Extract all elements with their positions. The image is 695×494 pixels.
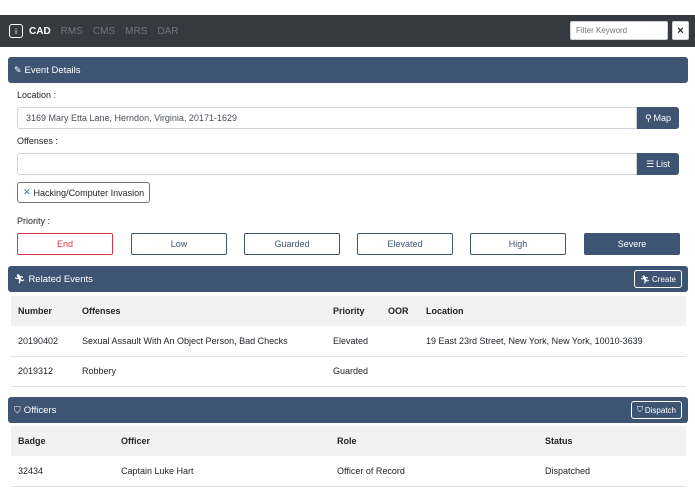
column-header: Role — [330, 426, 538, 456]
dispatch-button-label: Dispatch — [644, 405, 676, 415]
edit-icon: ✎ — [14, 64, 22, 75]
offense-tag-label: Hacking/Computer Invasion — [33, 187, 145, 198]
location-field[interactable]: 3169 Mary Etta Lane, Herndon, Virginia, … — [17, 107, 637, 129]
create-button-label: Create — [651, 274, 676, 284]
officer-role: Officer of Record — [330, 456, 538, 487]
officer-name: Captain Luke Hart — [114, 456, 330, 487]
table-row[interactable]: 2019312 Robbery Guarded — [11, 356, 686, 387]
list-icon: ☰ — [645, 158, 655, 169]
related-events-header: 🏃︎ Related Events 🏃︎ Create — [8, 266, 688, 292]
table-row[interactable]: 20190402 Sexual Assault With An Object P… — [11, 326, 686, 357]
column-header: Location — [419, 296, 686, 326]
filter-keyword-input[interactable] — [570, 21, 668, 40]
related-events-table: Number Offenses Priority OOR Location 20… — [11, 296, 686, 387]
event-priority: Elevated — [326, 326, 381, 357]
running-person-icon: 🏃︎ — [639, 274, 650, 284]
event-priority: Guarded — [326, 356, 381, 387]
nav-dar[interactable]: DAR — [157, 26, 178, 37]
shield-icon: ⛉ — [14, 404, 21, 415]
list-button-label: List — [656, 159, 671, 169]
priority-high-button[interactable]: High — [470, 233, 566, 255]
column-header: Status — [538, 426, 686, 456]
remove-tag-icon[interactable]: ✕ — [23, 187, 31, 198]
event-details-title: Event Details — [24, 64, 81, 76]
map-button-label: Map — [653, 113, 672, 123]
column-header: Priority — [326, 296, 381, 326]
nav-rms[interactable]: RMS — [61, 26, 83, 37]
event-oor — [381, 356, 419, 387]
location-label: Location : — [17, 90, 57, 100]
officers-header: ⛉ Officers ⛉ Dispatch — [8, 397, 688, 423]
event-details-header: ✎ Event Details — [8, 57, 688, 83]
event-location — [419, 356, 686, 387]
offenses-label: Offenses : — [17, 136, 58, 146]
offenses-field[interactable] — [17, 153, 637, 175]
running-person-icon: 🏃︎ — [14, 273, 26, 284]
officers-title: Officers — [23, 404, 57, 416]
column-header: OOR — [381, 296, 419, 326]
event-number: 2019312 — [11, 356, 75, 387]
table-header-row: Badge Officer Role Status — [11, 426, 686, 456]
close-button[interactable]: × — [672, 21, 689, 40]
event-number: 20190402 — [11, 326, 75, 357]
column-header: Offenses — [75, 296, 326, 326]
offense-tag: ✕ Hacking/Computer Invasion — [17, 182, 151, 203]
priority-severe-button[interactable]: Severe — [584, 233, 680, 255]
officer-status: Dispatched — [538, 456, 686, 487]
officers-table: Badge Officer Role Status 32434 Captain … — [11, 426, 686, 487]
officer-badge: 32434 — [11, 456, 114, 487]
column-header: Officer — [114, 426, 330, 456]
table-header-row: Number Offenses Priority OOR Location — [11, 296, 686, 326]
event-offenses: Sexual Assault With An Object Person, Ba… — [75, 326, 326, 357]
priority-low-button[interactable]: Low — [131, 233, 227, 255]
event-oor — [381, 326, 419, 357]
table-row[interactable]: 32434 Captain Luke Hart Officer of Recor… — [11, 456, 686, 487]
event-offenses: Robbery — [75, 356, 326, 387]
list-button[interactable]: ☰ List — [637, 153, 679, 175]
create-button[interactable]: 🏃︎ Create — [633, 270, 682, 288]
nav-cms[interactable]: CMS — [93, 26, 115, 37]
nav-mrs[interactable]: MRS — [125, 26, 147, 37]
top-navbar: i CAD RMS CMS MRS DAR × — [0, 15, 695, 47]
map-button[interactable]: ⚲ Map — [637, 107, 679, 129]
column-header: Number — [11, 296, 75, 326]
dispatch-button[interactable]: ⛉ Dispatch — [630, 401, 682, 419]
info-icon[interactable]: i — [9, 24, 23, 38]
priority-guarded-button[interactable]: Guarded — [244, 233, 340, 255]
event-location: 19 East 23rd Street, New York, New York,… — [419, 326, 686, 357]
nav-cad[interactable]: CAD — [29, 26, 51, 37]
priority-elevated-button[interactable]: Elevated — [357, 233, 453, 255]
related-events-title: Related Events — [28, 273, 93, 285]
priority-label: Priority : — [17, 216, 51, 226]
priority-end-button[interactable]: End — [17, 233, 113, 255]
column-header: Badge — [11, 426, 114, 456]
map-pin-icon: ⚲ — [644, 112, 652, 123]
shield-icon: ⛉ — [636, 405, 643, 414]
